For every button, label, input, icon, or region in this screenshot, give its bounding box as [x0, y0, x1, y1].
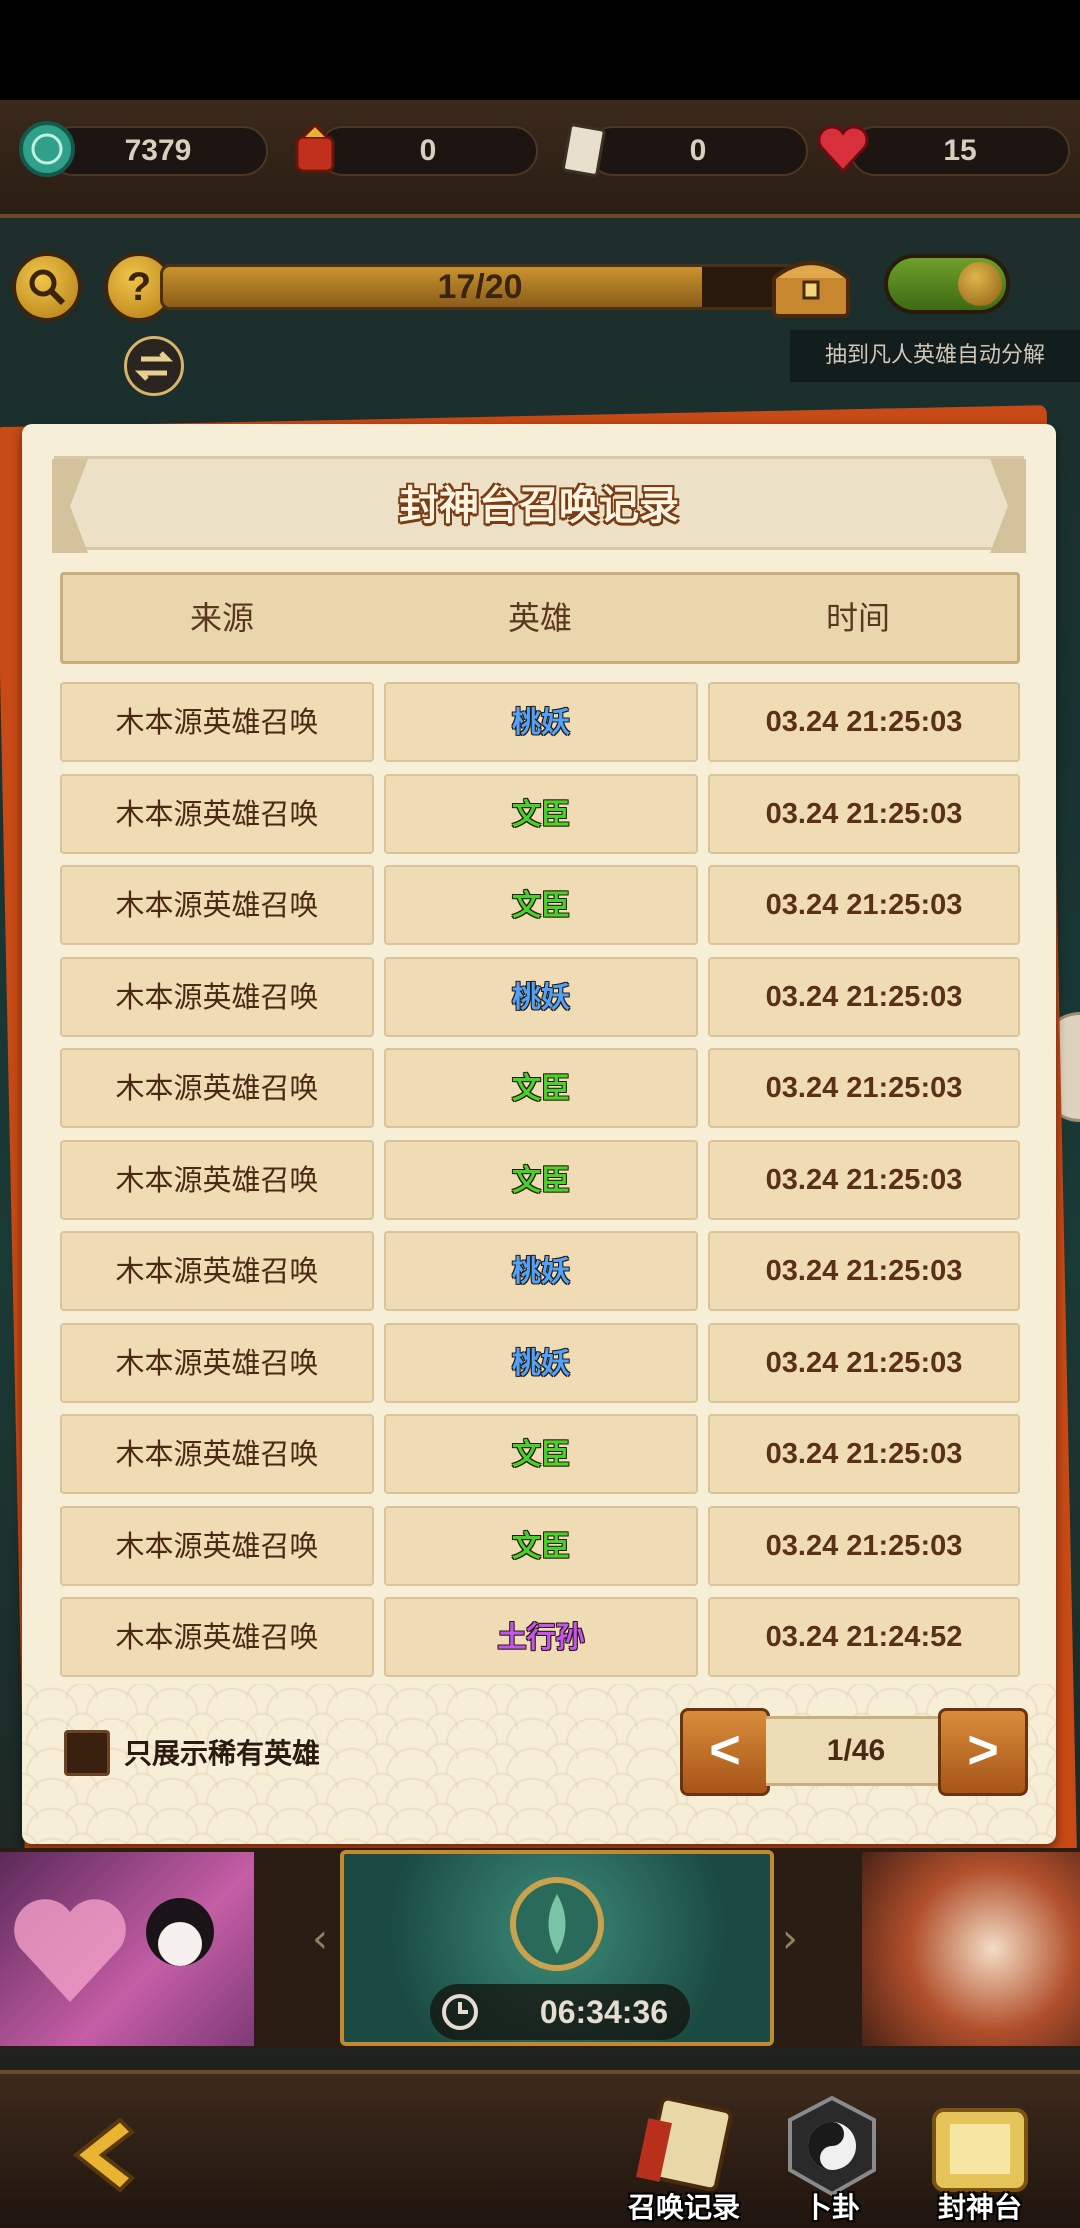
record-book-icon [636, 2096, 733, 2192]
summon-record-dialog: 封神台召唤记录 来源 英雄 时间 木本源英雄召唤 桃妖 03.24 21:25:03… [22, 424, 1056, 1844]
record-row: 木本源英雄召唤 文臣 03.24 21:25:03 [60, 1506, 1020, 1586]
rare-only-label: 只展示稀有英雄 [124, 1737, 321, 1770]
rare-only-checkbox[interactable] [64, 1730, 110, 1776]
banner-prev-arrow[interactable]: ‹ [312, 1916, 334, 1976]
scroll-ticket-slot: 0 [588, 126, 808, 176]
auto-decompose-toggle[interactable] [884, 254, 1010, 314]
record-time: 03.24 21:25:03 [708, 1231, 1020, 1311]
jade-coin-icon [12, 114, 82, 184]
search-icon [29, 269, 66, 306]
record-row: 木本源英雄召唤 桃妖 03.24 21:25:03 [60, 1231, 1020, 1311]
record-time: 03.24 21:25:03 [708, 1048, 1020, 1128]
table-header: 来源 英雄 时间 [60, 572, 1020, 664]
record-source: 木本源英雄召唤 [60, 1506, 374, 1586]
record-hero: 文臣 [384, 774, 698, 854]
column-hero: 英雄 [507, 599, 572, 637]
summon-progress-bar: 17/20 [160, 264, 800, 310]
record-source: 木本源英雄召唤 [60, 1140, 374, 1220]
nav-fengshen-tai-label: 封神台 [937, 2191, 1022, 2224]
record-row: 木本源英雄召唤 桃妖 03.24 21:25:03 [60, 682, 1020, 762]
nav-divination[interactable]: 卜卦 [762, 2090, 902, 2228]
record-source: 木本源英雄召唤 [60, 1048, 374, 1128]
record-hero: 桃妖 [384, 682, 698, 762]
dialog-title: 封神台召唤记录 [399, 483, 679, 529]
scroll-ticket-icon [548, 114, 618, 184]
record-row: 木本源英雄召唤 文臣 03.24 21:25:03 [60, 1414, 1020, 1494]
question-mark-icon: ? [126, 264, 152, 309]
record-hero: 文臣 [384, 1414, 698, 1494]
record-row: 木本源英雄召唤 桃妖 03.24 21:25:03 [60, 957, 1020, 1037]
record-hero: 文臣 [384, 1506, 698, 1586]
record-source: 木本源英雄召唤 [60, 1414, 374, 1494]
banner-heart-character[interactable] [0, 1852, 254, 2046]
toggle-knob [958, 262, 1002, 306]
record-hero: 桃妖 [384, 957, 698, 1037]
banner-next-arrow[interactable]: › [782, 1916, 804, 1976]
record-row: 木本源英雄召唤 桃妖 03.24 21:25:03 [60, 1323, 1020, 1403]
title-banner: 封神台召唤记录 [52, 456, 1026, 553]
heart-count: 15 [943, 134, 977, 167]
record-hero: 文臣 [384, 1140, 698, 1220]
fengshen-scroll-icon [932, 2108, 1028, 2192]
record-source: 木本源英雄召唤 [60, 957, 374, 1037]
lucky-bag-slot: 0 [318, 126, 538, 176]
record-hero: 文臣 [384, 865, 698, 945]
summon-progress-text: 17/20 [437, 268, 523, 306]
page-indicator: 1/46 [766, 1716, 946, 1786]
record-time: 03.24 21:25:03 [708, 1414, 1020, 1494]
treasure-chest-icon[interactable] [768, 248, 854, 320]
lucky-bag-count: 0 [419, 134, 437, 167]
record-time: 03.24 21:25:03 [708, 774, 1020, 854]
record-row: 木本源英雄召唤 文臣 03.24 21:25:03 [60, 1140, 1020, 1220]
record-hero: 土行孙 [384, 1597, 698, 1677]
status-bar [0, 0, 1080, 100]
scroll-ticket-count: 0 [689, 134, 707, 167]
banner-fire-element[interactable] [862, 1852, 1080, 2046]
next-page-button[interactable]: > [938, 1708, 1028, 1796]
record-time: 03.24 21:25:03 [708, 1506, 1020, 1586]
record-source: 木本源英雄召唤 [60, 1231, 374, 1311]
prev-page-button[interactable]: < [680, 1708, 770, 1796]
record-hero: 文臣 [384, 1048, 698, 1128]
lucky-bag-icon [280, 114, 350, 184]
record-source: 木本源英雄召唤 [60, 1597, 374, 1677]
column-source: 来源 [189, 599, 254, 637]
back-arrow-icon [72, 2117, 136, 2193]
column-time: 时间 [825, 599, 890, 637]
record-source: 木本源英雄召唤 [60, 1323, 374, 1403]
record-time: 03.24 21:25:03 [708, 682, 1020, 762]
nav-divination-label: 卜卦 [803, 2191, 860, 2224]
search-button[interactable] [12, 252, 82, 322]
record-time: 03.24 21:25:03 [708, 865, 1020, 945]
yin-yang-icon [788, 2095, 876, 2197]
record-hero: 桃妖 [384, 1323, 698, 1403]
resource-bar: 7379 0 0 15 [0, 100, 1080, 218]
nav-summon-record-label: 召唤记录 [627, 2191, 740, 2224]
record-row: 木本源英雄召唤 文臣 03.24 21:25:03 [60, 1048, 1020, 1128]
record-source: 木本源英雄召唤 [60, 865, 374, 945]
record-row: 木本源英雄召唤 文臣 03.24 21:25:03 [60, 774, 1020, 854]
heart-icon [808, 114, 878, 184]
swap-element-button[interactable] [124, 336, 184, 396]
record-hero: 桃妖 [384, 1231, 698, 1311]
jade-coin-count: 7379 [124, 134, 192, 167]
swap-arrows-icon [134, 351, 174, 381]
record-time: 03.24 21:24:52 [708, 1597, 1020, 1677]
record-time: 03.24 21:25:03 [708, 1323, 1020, 1403]
record-source: 木本源英雄召唤 [60, 774, 374, 854]
nav-fengshen-tai[interactable]: 封神台 [910, 2090, 1050, 2228]
record-row: 木本源英雄召唤 文臣 03.24 21:25:03 [60, 865, 1020, 945]
nav-summon-record[interactable]: 召唤记录 [614, 2090, 754, 2228]
heart-slot: 15 [850, 126, 1070, 176]
clock-icon [442, 1994, 478, 2030]
record-source: 木本源英雄召唤 [60, 682, 374, 762]
auto-decompose-label: 抽到凡人英雄自动分解 [790, 330, 1080, 382]
back-button[interactable] [60, 2110, 160, 2200]
record-row: 木本源英雄召唤 土行孙 03.24 21:24:52 [60, 1597, 1020, 1677]
record-time: 03.24 21:25:03 [708, 1140, 1020, 1220]
record-time: 03.24 21:25:03 [708, 957, 1020, 1037]
